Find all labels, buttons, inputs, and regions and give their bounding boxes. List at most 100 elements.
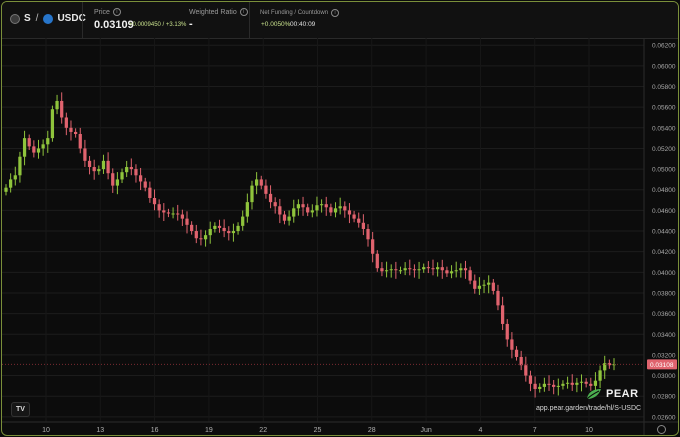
candle [4,184,8,196]
candle-body [255,179,259,186]
candle [473,274,477,294]
info-icon[interactable]: i [112,8,121,16]
candle [380,262,384,277]
candle [417,261,421,279]
gear-icon[interactable] [657,425,666,434]
candle [570,374,574,391]
y-tick-label: 0.05000 [652,167,676,174]
candle-body [593,380,598,386]
candles [4,92,616,398]
y-tick-label: 0.04600 [652,208,676,215]
countdown-value: 00:40:09 [290,21,316,28]
candle-body [4,187,8,192]
x-tick-label: 13 [96,427,104,434]
candle-body [162,210,166,213]
candle-body [347,210,352,215]
candle [584,378,588,388]
info-icon[interactable]: i [239,8,248,16]
chart-window: S / USDC Price i 0.03109 +0.0009450 / +3.… [1,1,679,436]
candle [552,379,556,395]
candle-body [408,268,412,270]
candle-body [245,202,249,217]
candle-body [528,375,533,384]
candle-body [422,267,426,270]
candle [64,112,68,136]
candle-body [259,179,263,186]
candle-body [78,134,82,149]
candle-body [143,181,147,188]
pair-selector[interactable]: S / USDC [10,13,86,24]
candle [87,155,92,175]
weighted-label-text: Weighted Ratio [189,8,237,16]
candle-body [436,267,440,270]
candle [171,207,175,219]
candle-body [134,169,138,176]
candle [125,160,129,178]
candle [157,199,161,218]
candle [333,202,338,218]
y-tick-label: 0.05600 [652,105,676,112]
x-tick-label: 7 [533,427,537,434]
candle-body [491,282,495,291]
info-icon[interactable]: i [331,9,340,17]
candle [268,185,273,209]
candle-body [203,235,208,240]
candle-body [152,198,157,205]
candle-body [547,383,551,385]
candle [352,210,356,223]
tradingview-logo-icon[interactable]: TV [11,402,30,417]
candle [394,261,398,279]
candle-body [431,268,435,270]
candle-body [50,109,55,139]
candle-body [380,268,384,272]
pair-base: S [24,13,31,24]
candle [227,226,231,241]
candle-body [570,382,574,385]
candle-body [361,222,365,229]
candle-body [510,339,514,350]
candle-body [273,202,277,207]
candle-body [101,160,106,170]
candle-body [264,185,268,194]
candle-body [282,214,287,221]
candle-body [278,206,282,215]
x-tick-label: 4 [478,427,482,434]
candle [315,196,319,217]
candle-body [371,239,375,254]
candle-body [417,269,421,271]
candle [361,214,365,236]
candle-body [556,385,560,387]
x-tick-label: 19 [205,427,213,434]
x-tick-label: 28 [368,427,376,434]
candle-body [287,216,291,221]
candle [138,167,143,191]
candle-body [60,100,64,118]
candle-body [306,207,310,213]
candle-body [46,138,50,145]
x-tick-label: 22 [259,427,267,434]
candle [547,375,551,391]
y-tick-label: 0.06200 [652,43,676,50]
candle [561,380,565,390]
funding-label: Net Funding / Countdown i [260,9,340,17]
candle-body [138,175,143,182]
candle-body [514,349,519,357]
candle [440,259,444,279]
candle [598,365,602,389]
candle [366,224,370,247]
candle [412,264,417,278]
candle-body [217,225,222,228]
candle-body [241,216,245,226]
candle-body [180,214,184,219]
candle-body [166,212,171,214]
candle-body [319,204,324,206]
brand-name: PEAR [606,388,639,400]
candle-body [468,270,472,281]
candle-body [552,384,556,387]
price-chart[interactable]: 0.06200 0.06000 0.05800 0.05600 0.05400 0.052… [2,38,678,435]
brand-url[interactable]: app.pear.garden/trade/hl/S-USDC [536,405,641,412]
candle-body [338,206,342,209]
brand: PEAR [586,388,639,400]
candle-body [92,167,96,172]
candle [408,259,412,276]
